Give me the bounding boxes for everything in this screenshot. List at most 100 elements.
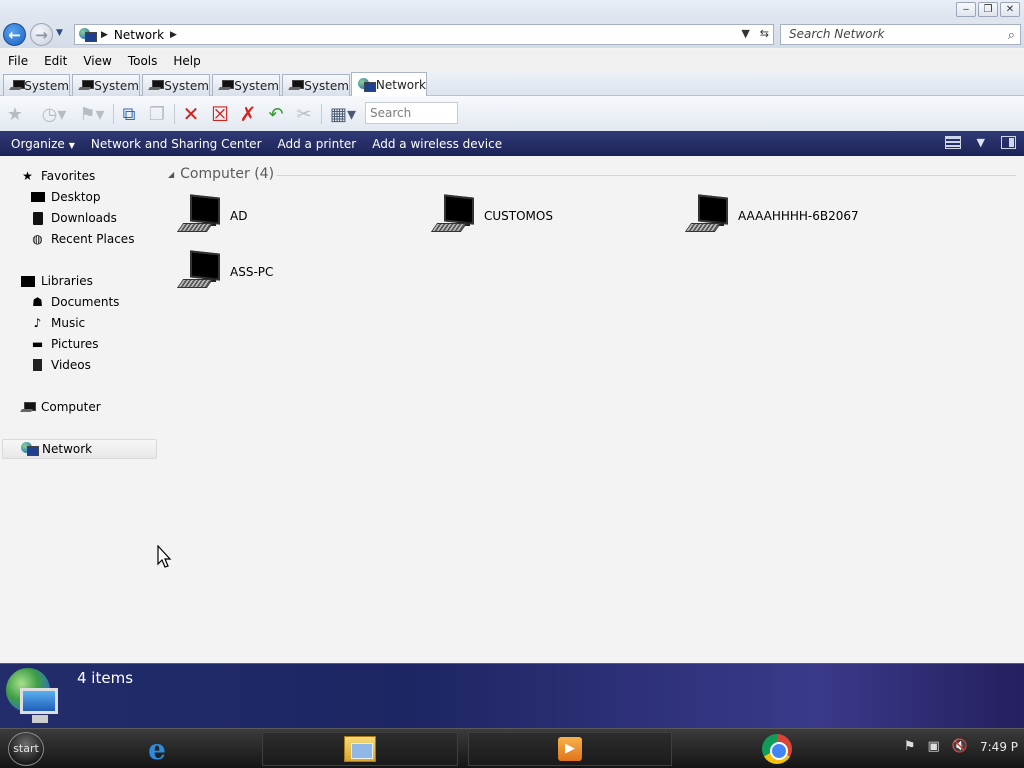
- computer-icon: [430, 194, 476, 236]
- nav-favorites[interactable]: ★ Favorites: [20, 166, 95, 186]
- recent-places-icon: ◍: [32, 232, 43, 246]
- add-wireless-device-button[interactable]: Add a wireless device: [372, 137, 502, 151]
- menu-edit[interactable]: Edit: [44, 54, 67, 68]
- computer-item[interactable]: ASS-PC: [176, 250, 273, 292]
- taskbar-windows-explorer[interactable]: [262, 732, 458, 766]
- volume-muted-icon[interactable]: 🔇: [952, 739, 968, 754]
- close-all-tabs-icon[interactable]: ✗: [236, 102, 260, 126]
- breadcrumb-network[interactable]: Network: [114, 28, 164, 42]
- nav-network[interactable]: Network: [2, 439, 157, 459]
- network-tray-icon[interactable]: ▣: [928, 739, 940, 754]
- star-icon: ★: [22, 169, 33, 183]
- tab-system-2[interactable]: System: [72, 74, 140, 96]
- breadcrumb-arrow-icon[interactable]: ▶: [101, 30, 108, 40]
- tab-system-3[interactable]: System: [142, 74, 210, 96]
- forward-button[interactable]: →: [30, 23, 53, 46]
- nav-label: Computer: [41, 400, 101, 414]
- toolbar-search-placeholder: Search: [370, 106, 412, 120]
- computer-name: AD: [230, 209, 248, 223]
- network-icon: [358, 78, 376, 92]
- preview-pane-icon[interactable]: [1001, 136, 1016, 149]
- nav-label: Music: [51, 316, 86, 330]
- change-view-icon[interactable]: [944, 136, 961, 149]
- taskbar-media-player[interactable]: ▶: [468, 732, 672, 766]
- navigation-pane: ★ Favorites Desktop Downloads ◍ Recent Pla…: [0, 156, 160, 663]
- forward-arrow-icon: →: [35, 25, 48, 44]
- menu-tools[interactable]: Tools: [128, 54, 158, 68]
- tab-network[interactable]: Network: [351, 72, 427, 97]
- close-button[interactable]: ✕: [1000, 2, 1020, 17]
- menu-view[interactable]: View: [83, 54, 111, 68]
- search-placeholder: Search Network: [789, 27, 885, 41]
- pictures-icon: ▬: [31, 337, 44, 351]
- view-controls: ▼: [944, 136, 1016, 149]
- address-history-dropdown-icon[interactable]: ▼: [741, 27, 749, 40]
- nav-videos[interactable]: Videos: [30, 355, 91, 375]
- nav-music[interactable]: ♪ Music: [30, 313, 86, 333]
- collapse-triangle-icon[interactable]: ◢: [168, 170, 174, 179]
- tab-system-4[interactable]: System: [212, 74, 280, 96]
- nav-label: Pictures: [51, 337, 99, 351]
- favorite-star-icon[interactable]: ★: [3, 103, 27, 125]
- network-sharing-center-button[interactable]: Network and Sharing Center: [91, 137, 262, 151]
- undo-close-icon[interactable]: ↶: [264, 103, 288, 125]
- windows-flag-icon[interactable]: ⚑▾: [76, 103, 108, 125]
- back-arrow-icon: ←: [8, 25, 21, 44]
- computer-icon: [20, 400, 36, 414]
- nav-pictures[interactable]: ▬ Pictures: [30, 334, 99, 354]
- menu-bar: File Edit View Tools Help: [0, 50, 1024, 71]
- tab-system-5[interactable]: System: [282, 74, 350, 96]
- action-center-flag-icon[interactable]: ⚑: [904, 739, 916, 754]
- videos-icon: [30, 358, 45, 372]
- tab-label: System: [94, 78, 139, 93]
- group-header[interactable]: ◢ Computer (4): [168, 166, 274, 182]
- organize-button[interactable]: Organize ▼: [11, 137, 75, 151]
- refresh-icon[interactable]: ⇆: [760, 27, 769, 40]
- close-tab-icon[interactable]: ✕: [179, 102, 203, 126]
- nav-desktop[interactable]: Desktop: [30, 187, 101, 207]
- toolbar-separator: [321, 104, 322, 124]
- menu-help[interactable]: Help: [173, 54, 200, 68]
- view-options-icon[interactable]: ▦▾: [326, 103, 360, 125]
- nav-label: Libraries: [41, 274, 93, 288]
- address-bar[interactable]: ▶ Network ▶ ▼ ⇆: [74, 24, 774, 45]
- menu-file[interactable]: File: [8, 54, 28, 68]
- add-printer-button[interactable]: Add a printer: [278, 137, 357, 151]
- close-other-tabs-icon[interactable]: ☒: [207, 102, 233, 126]
- computer-icon: [176, 250, 222, 292]
- nav-downloads[interactable]: Downloads: [30, 208, 117, 228]
- breadcrumb-arrow-icon[interactable]: ▶: [170, 30, 177, 40]
- title-bar: ‒ ❐ ✕: [0, 0, 1024, 20]
- computer-item[interactable]: AD: [176, 194, 248, 236]
- history-icon[interactable]: ◷▾: [38, 103, 70, 125]
- computer-item[interactable]: AAAAHHHH-6B2067: [684, 194, 859, 236]
- clock[interactable]: 7:49 P: [980, 740, 1018, 754]
- search-input[interactable]: Search Network ⌕: [780, 24, 1021, 45]
- computer-icon: [176, 194, 222, 236]
- nav-recent-places[interactable]: ◍ Recent Places: [30, 229, 134, 249]
- start-button[interactable]: start: [8, 732, 44, 766]
- address-actions: ▼ ⇆: [741, 27, 769, 40]
- start-label: start: [13, 742, 39, 755]
- computer-item[interactable]: CUSTOMOS: [430, 194, 553, 236]
- back-button[interactable]: ←: [3, 23, 26, 46]
- toolbar-search-input[interactable]: Search: [365, 102, 458, 124]
- clear-history-icon[interactable]: ✂: [292, 103, 316, 125]
- taskbar-chrome[interactable]: [756, 732, 798, 766]
- duplicate-tab-icon[interactable]: ❐: [145, 103, 169, 125]
- maximize-button[interactable]: ❐: [978, 2, 998, 17]
- nav-documents[interactable]: ☗ Documents: [30, 292, 119, 312]
- tab-system-1[interactable]: System: [3, 74, 70, 96]
- search-icon[interactable]: ⌕: [1008, 26, 1015, 45]
- taskbar-internet-explorer[interactable]: e: [136, 732, 178, 766]
- nav-computer[interactable]: Computer: [20, 397, 101, 417]
- new-window-icon[interactable]: ⧉: [118, 103, 140, 125]
- toolbar: ★ ◷▾ ⚑▾ ⧉ ❐ ✕ ☒ ✗ ↶ ✂ ▦▾ Search: [0, 96, 1024, 131]
- system-tray: ⚑ ▣ 🔇 7:49 P: [904, 739, 1018, 754]
- view-dropdown-icon[interactable]: ▼: [977, 136, 985, 149]
- taskbar: start e ▶ ⚑ ▣ 🔇 7:49 P: [0, 728, 1024, 768]
- recent-pages-dropdown[interactable]: ▼: [56, 28, 63, 38]
- nav-libraries[interactable]: Libraries: [20, 271, 93, 291]
- computer-name: CUSTOMOS: [484, 209, 553, 223]
- minimize-button[interactable]: ‒: [956, 2, 976, 17]
